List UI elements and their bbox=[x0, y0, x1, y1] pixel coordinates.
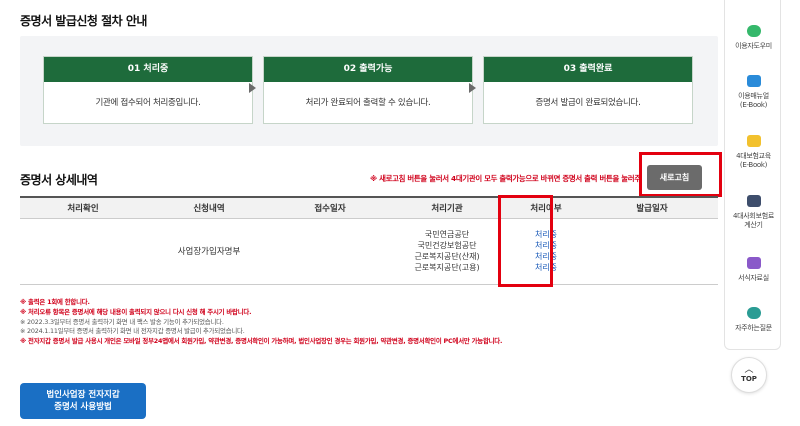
calculator-icon bbox=[746, 195, 761, 207]
step-printed: 03 출력완료 증명서 발급이 완료되었습니다. bbox=[483, 56, 693, 124]
step-label: 01 처리중 bbox=[44, 57, 252, 82]
sidebar-item-education[interactable]: 4대보험교육 (E-Book) bbox=[725, 135, 782, 170]
received-date-cell bbox=[272, 218, 388, 285]
folder-icon bbox=[746, 257, 761, 269]
procedure-title: 증명서 발급신청 절차 안내 bbox=[20, 14, 147, 28]
column-header: 발급일자 bbox=[586, 196, 718, 219]
request-cell: 사업장가입자명부 bbox=[146, 218, 272, 285]
column-header: 접수일자 bbox=[272, 196, 388, 219]
sidebar-item-label: 이용자도우미 bbox=[735, 42, 772, 50]
quick-menu-sidebar: 이용자도우미 이용매뉴얼 (E-Book) 4대보험교육 (E-Book) 4대… bbox=[724, 0, 781, 350]
note-item: ※ 2024.1.11일부터 증명서 출력하기 화면 내 전자지갑 증명서 발급… bbox=[20, 327, 245, 336]
step-printable: 02 출력가능 처리가 완료되어 출력할 수 있습니다. bbox=[263, 56, 473, 124]
agency-name: 국민연금공단 bbox=[424, 230, 470, 239]
sidebar-item-label: 이용매뉴얼 (E-Book) bbox=[738, 92, 769, 109]
sidebar-item-manual[interactable]: 이용매뉴얼 (E-Book) bbox=[725, 75, 782, 110]
step-description: 처리가 완료되어 출력할 수 있습니다. bbox=[305, 98, 431, 108]
arrow-right-icon bbox=[249, 83, 256, 93]
sidebar-item-label: 서식자료실 bbox=[738, 274, 769, 282]
guide-button-line2: 증명서 사용방법 bbox=[54, 402, 112, 412]
refresh-notice: ※ 새로고침 버튼을 눌러서 4대기관이 모두 출력가능으로 바뀌면 증명서 출… bbox=[370, 174, 642, 183]
wallet-guide-button[interactable]: 법인사업장 전자지갑 증명서 사용방법 bbox=[20, 383, 146, 419]
note-item: ※ 2022.3.3일부터 증명서 출력하기 화면 내 팩스 발송 기능이 추가… bbox=[20, 317, 224, 326]
step-processing: 01 처리중 기관에 접수되어 처리중입니다. bbox=[43, 56, 253, 124]
note-item: ※ 처리오류 항목은 증명서에 해당 내용이 출력되지 않으니 다시 신청 해 … bbox=[20, 307, 252, 316]
issue-date-cell bbox=[586, 218, 718, 285]
refresh-highlight-box bbox=[639, 152, 722, 197]
arrow-right-icon bbox=[469, 83, 476, 93]
detail-title: 증명서 상세내역 bbox=[20, 173, 98, 187]
table-header-row: 처리확인 신청내역 접수일자 처리기관 처리여부 발급일자 bbox=[20, 196, 718, 219]
agency-name: 국민건강보험공단 bbox=[417, 241, 477, 250]
sidebar-item-label: 4대보험교육 (E-Book) bbox=[736, 152, 771, 169]
faq-icon bbox=[746, 307, 761, 319]
sidebar-item-user-help[interactable]: 이용자도우미 bbox=[725, 25, 782, 51]
manual-icon bbox=[746, 75, 761, 87]
step-description: 기관에 접수되어 처리중입니다. bbox=[95, 98, 201, 108]
step-description: 증명서 발급이 완료되었습니다. bbox=[535, 98, 641, 108]
education-icon bbox=[746, 135, 761, 147]
notes-list: ※ 출력은 1회에 한합니다. ※ 처리오류 항목은 증명서에 해당 내용이 출… bbox=[20, 298, 720, 347]
agency-name: 근로복지공단(산재) bbox=[414, 252, 480, 261]
sidebar-item-faq[interactable]: 자주하는질문 bbox=[725, 307, 782, 333]
column-header: 신청내역 bbox=[146, 196, 272, 219]
scroll-top-button[interactable]: ︿ TOP bbox=[731, 357, 767, 393]
table-row: 사업장가입자명부 국민연금공단 국민건강보험공단 근로복지공단(산재) 근로복지… bbox=[20, 218, 718, 285]
agency-name: 근로복지공단(고용) bbox=[414, 263, 480, 272]
agency-cell: 국민연금공단 국민건강보험공단 근로복지공단(산재) 근로복지공단(고용) bbox=[388, 218, 506, 285]
sidebar-item-label: 자주하는질문 bbox=[735, 324, 772, 332]
column-header: 처리기관 bbox=[388, 196, 506, 219]
step-label: 03 출력완료 bbox=[484, 57, 692, 82]
chevron-up-icon: ︿ bbox=[744, 365, 754, 375]
chat-icon bbox=[746, 25, 761, 37]
sidebar-item-label: 4대사회보험료 계산기 bbox=[733, 212, 774, 229]
procedure-steps: 01 처리중 기관에 접수되어 처리중입니다. 02 출력가능 처리가 완료되어… bbox=[20, 36, 718, 146]
column-header: 처리확인 bbox=[20, 196, 146, 219]
sidebar-item-calculator[interactable]: 4대사회보험료 계산기 bbox=[725, 195, 782, 230]
certificate-detail-table: 처리확인 신청내역 접수일자 처리기관 처리여부 발급일자 사업장가입자명부 국… bbox=[20, 196, 718, 285]
note-item: ※ 전자지갑 증명서 발급 사용시 개인은 모바일 정부24앱에서 회원가입, … bbox=[20, 337, 503, 346]
guide-button-line1: 법인사업장 전자지갑 bbox=[46, 390, 120, 400]
main-content: 증명서 발급신청 절차 안내 01 처리중 기관에 접수되어 처리중입니다. 0… bbox=[0, 0, 724, 426]
note-item: ※ 출력은 1회에 한합니다. bbox=[20, 298, 90, 306]
step-label: 02 출력가능 bbox=[264, 57, 472, 82]
confirm-cell bbox=[20, 218, 146, 285]
status-highlight-box bbox=[498, 195, 553, 287]
sidebar-item-forms[interactable]: 서식자료실 bbox=[725, 257, 782, 283]
top-label: TOP bbox=[741, 375, 757, 383]
